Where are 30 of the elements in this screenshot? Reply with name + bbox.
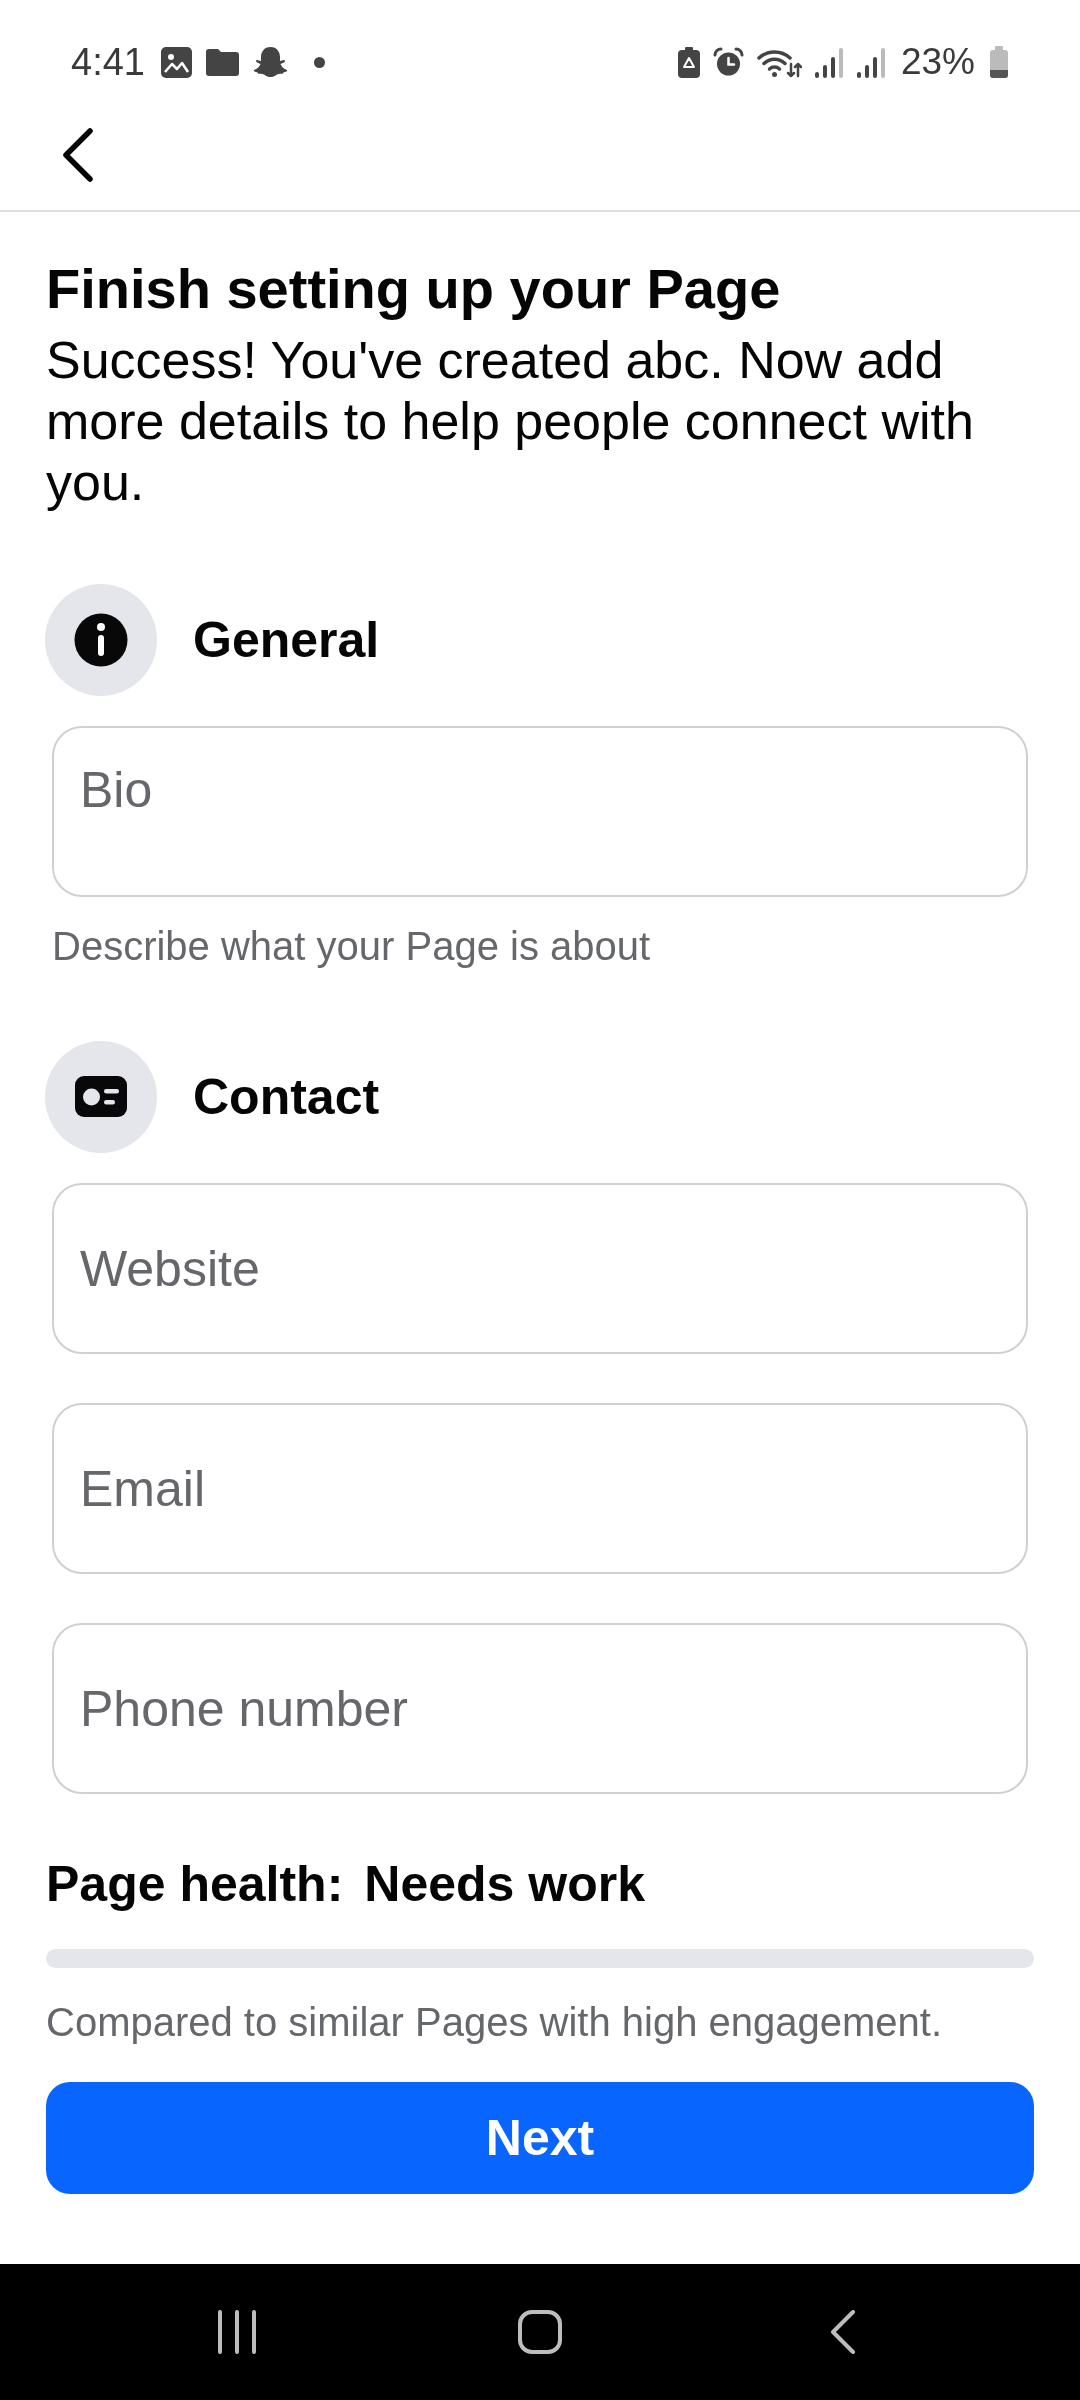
clock-time: 4:41 [71,40,145,84]
page-title: Finish setting up your Page [46,257,782,321]
section-title: General [193,611,380,670]
battery-icon [988,46,1010,78]
gallery-icon [160,46,192,78]
intro-text: Success! You've created abc. Now add more details to help people connect with you. [46,330,975,513]
info-icon [45,584,157,696]
back-icon [62,128,94,182]
input-field[interactable]: Email [52,1403,1028,1574]
input-field[interactable]: Phone number [52,1623,1028,1794]
alarm-clock-icon [712,46,744,78]
folder-icon [205,48,239,76]
home-icon[interactable] [518,2310,562,2354]
section-title: Contact [193,1068,380,1127]
signal-icon [814,46,844,78]
helper-text: Describe what your Page is about [52,923,652,970]
ghost-icon [252,46,288,78]
signal-icon [856,46,886,78]
back-icon[interactable] [830,2310,857,2354]
health-status: Needs work [364,1855,645,1914]
next-button[interactable]: Next [46,2082,1034,2194]
input-field[interactable]: Website [52,1183,1028,1354]
notification-dot-icon [313,56,325,68]
health-label: Page health: [46,1855,344,1914]
battery-percentage: 23% [900,40,975,84]
battery-saver-icon [677,46,700,78]
contact-card-icon [45,1041,157,1153]
caption-text: Compared to similar Pages with high engagement. [46,1999,944,2046]
recent-apps-icon[interactable] [216,2310,257,2354]
text-area-field[interactable]: Bio [52,726,1028,897]
